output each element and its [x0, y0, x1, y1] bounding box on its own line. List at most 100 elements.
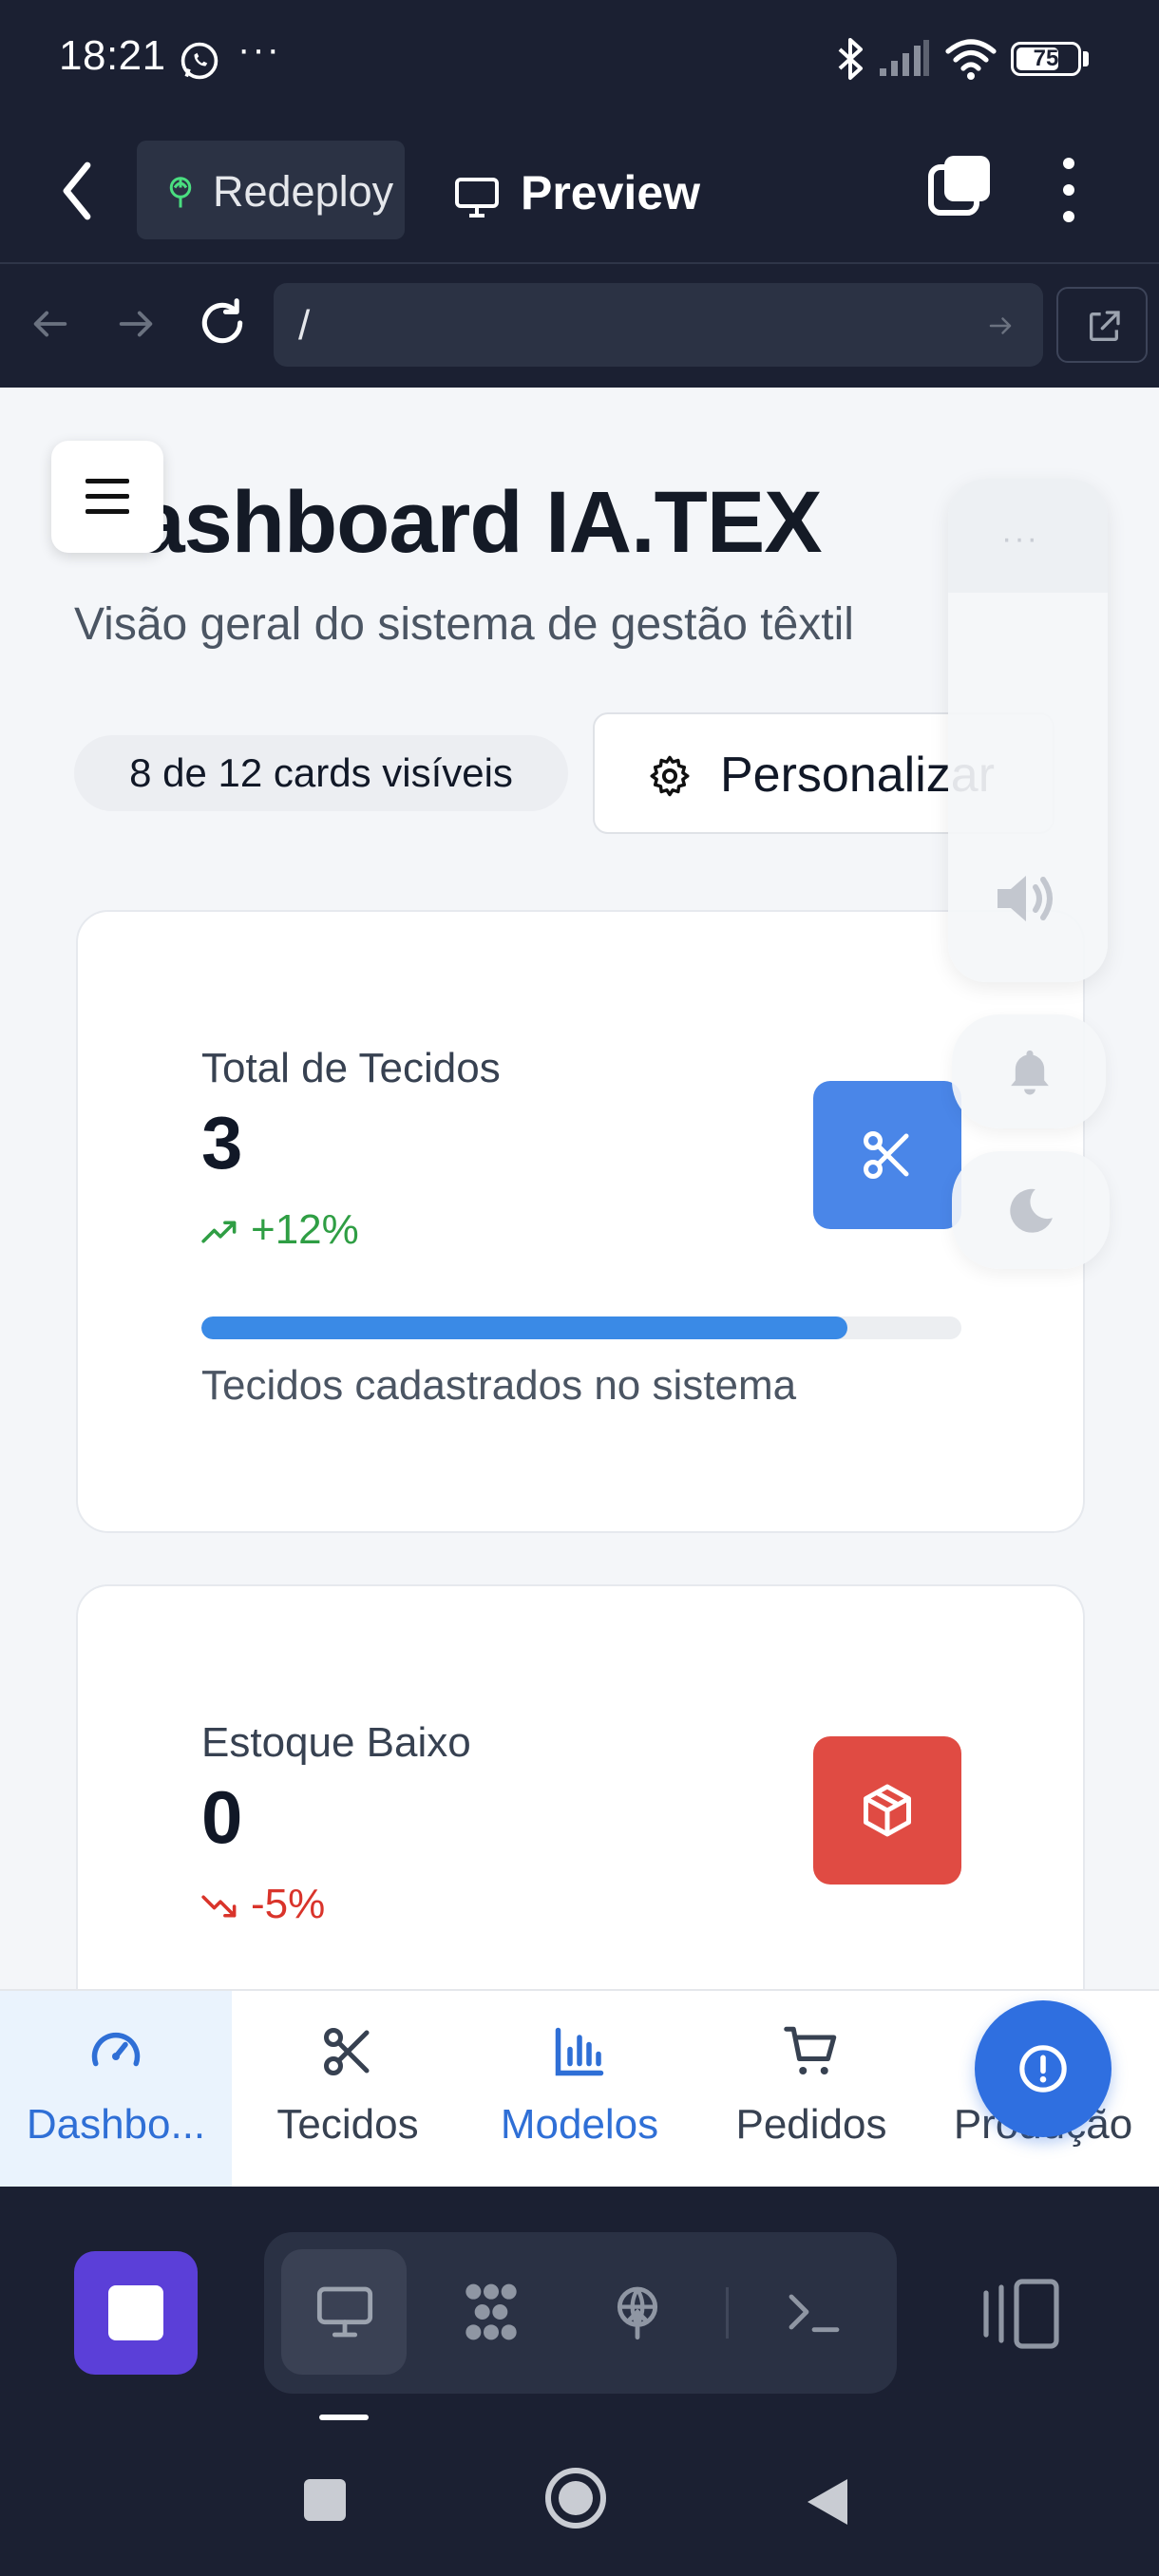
- tabs-button[interactable]: [927, 152, 994, 228]
- more-menu-button[interactable]: [1045, 152, 1092, 228]
- deploy-icon: [617, 2286, 658, 2340]
- workflow-tool-button[interactable]: [428, 2249, 553, 2375]
- gear-icon: [648, 754, 692, 798]
- monitor-icon: [316, 2286, 373, 2338]
- progress-bar-fill: [201, 1316, 847, 1339]
- stop-icon: [108, 2285, 163, 2340]
- stat-card-estoque-baixo[interactable]: Estoque Baixo 0 -5%: [76, 1584, 1085, 1989]
- arrow-right-icon: [119, 311, 153, 337]
- whatsapp-icon: [179, 40, 220, 82]
- tabs-icon: [928, 156, 990, 216]
- panel-drag-handle[interactable]: ···: [948, 479, 1108, 593]
- progress-bar: [201, 1316, 961, 1339]
- monitor-icon: [454, 177, 500, 218]
- deploy-tool-button[interactable]: [574, 2249, 699, 2375]
- card-description: Tecidos cadastrados no sistema: [201, 1362, 797, 1409]
- dev-dock: [0, 2187, 1159, 2424]
- reload-button[interactable]: [196, 296, 249, 350]
- terminal-icon: [788, 2294, 840, 2333]
- cart-icon: [783, 2023, 840, 2080]
- stat-card-total-tecidos[interactable]: Total de Tecidos 3 +12% Tecidos cadastra…: [76, 910, 1085, 1533]
- page-title: Dashboard IA.TEX: [74, 474, 823, 571]
- dock-tool-group: [264, 2232, 897, 2394]
- status-time: 18:21: [59, 32, 166, 79]
- scissors-icon: [319, 2023, 376, 2080]
- nav-item-modelos[interactable]: Modelos: [464, 1991, 695, 2187]
- dark-mode-toggle[interactable]: [952, 1151, 1110, 1269]
- reload-icon: [201, 298, 243, 344]
- trending-down-icon: [201, 1894, 239, 1919]
- nav-label: Pedidos: [735, 2101, 887, 2148]
- rocket-icon: [163, 175, 198, 209]
- trending-up-icon: [201, 1220, 239, 1244]
- card-icon-badge: [813, 1736, 961, 1885]
- bluetooth-icon: [834, 36, 868, 82]
- bar-chart-icon: [551, 2023, 608, 2080]
- scissors-icon: [864, 1131, 909, 1179]
- home-button[interactable]: [543, 2466, 608, 2530]
- signal-icon: [878, 40, 931, 78]
- url-text: /: [298, 302, 311, 349]
- card-title: Estoque Baixo: [201, 1719, 471, 1766]
- nav-item-tecidos[interactable]: Tecidos: [232, 1991, 464, 2187]
- card-title: Total de Tecidos: [201, 1045, 501, 1091]
- external-link-icon: [1090, 311, 1120, 341]
- triangle-back-icon: [808, 2479, 847, 2525]
- nav-item-pedidos[interactable]: Pedidos: [695, 1991, 927, 2187]
- open-external-button[interactable]: [1056, 287, 1148, 363]
- page-subtitle: Visão geral do sistema de gestão têxtil: [74, 599, 854, 650]
- card-trend-value: -5%: [251, 1881, 326, 1927]
- notifications-button[interactable]: [952, 1014, 1106, 1128]
- redeploy-button[interactable]: Redeploy: [137, 141, 405, 239]
- page-content: Dashboard IA.TEX Visão geral do sistema …: [0, 388, 1159, 1989]
- card-value: 0: [201, 1775, 243, 1859]
- moon-icon: [1010, 1188, 1053, 1233]
- browser-back-button[interactable]: [28, 302, 72, 346]
- visible-cards-badge: 8 de 12 cards visíveis: [74, 735, 568, 811]
- terminal-tool-button[interactable]: [750, 2249, 876, 2375]
- preview-tool-button[interactable]: [281, 2249, 407, 2375]
- box-icon: [864, 1784, 911, 1837]
- dock-divider: [726, 2287, 729, 2339]
- system-navigation-bar: [0, 2424, 1159, 2576]
- card-icon-badge: [813, 1081, 961, 1229]
- url-input[interactable]: /: [274, 283, 1043, 367]
- alert-fab-button[interactable]: [975, 2000, 1112, 2137]
- wifi-icon: [944, 36, 998, 80]
- alert-circle-icon: [1019, 2045, 1067, 2093]
- nav-item-dashboard[interactable]: Dashbo...: [0, 1991, 232, 2187]
- sidebar-menu-button[interactable]: [51, 441, 163, 553]
- card-trend-value: +12%: [251, 1206, 359, 1253]
- preview-label: Preview: [521, 166, 701, 219]
- volume-icon[interactable]: [992, 870, 1060, 927]
- hamburger-icon: [86, 479, 129, 514]
- nav-label: Modelos: [500, 2101, 659, 2148]
- status-bar: 18:21 ··· 75: [0, 0, 1159, 123]
- home-circle-icon: [545, 2468, 606, 2529]
- browser-forward-button[interactable]: [114, 302, 158, 346]
- bell-icon: [1011, 1050, 1049, 1095]
- panels-toggle-button[interactable]: [982, 2278, 1062, 2350]
- battery-level: 75: [1033, 46, 1059, 71]
- gauge-icon: [87, 2023, 144, 2080]
- redeploy-label: Redeploy: [213, 167, 394, 216]
- go-arrow-icon[interactable]: [986, 312, 1015, 340]
- system-back-button[interactable]: [804, 2475, 851, 2529]
- chevron-left-icon: [63, 161, 91, 220]
- browser-bar: /: [0, 262, 1159, 388]
- nav-label: Dashbo...: [26, 2101, 206, 2148]
- battery-icon: 75: [1011, 42, 1081, 76]
- nodes-icon: [466, 2283, 517, 2340]
- gesture-handle: [319, 2415, 369, 2420]
- status-more-dots: ···: [238, 28, 281, 70]
- panel-dots: ···: [1001, 521, 1039, 557]
- floating-panel[interactable]: ···: [948, 479, 1108, 982]
- kebab-menu-icon: [1063, 158, 1074, 222]
- recents-button[interactable]: [304, 2479, 346, 2521]
- nav-label: Tecidos: [276, 2101, 419, 2148]
- app-bar: Redeploy Preview: [0, 123, 1159, 262]
- back-button[interactable]: [59, 158, 116, 224]
- card-value: 3: [201, 1101, 243, 1184]
- stop-button[interactable]: [74, 2251, 198, 2375]
- sidebar-panel-icon: [983, 2279, 1059, 2349]
